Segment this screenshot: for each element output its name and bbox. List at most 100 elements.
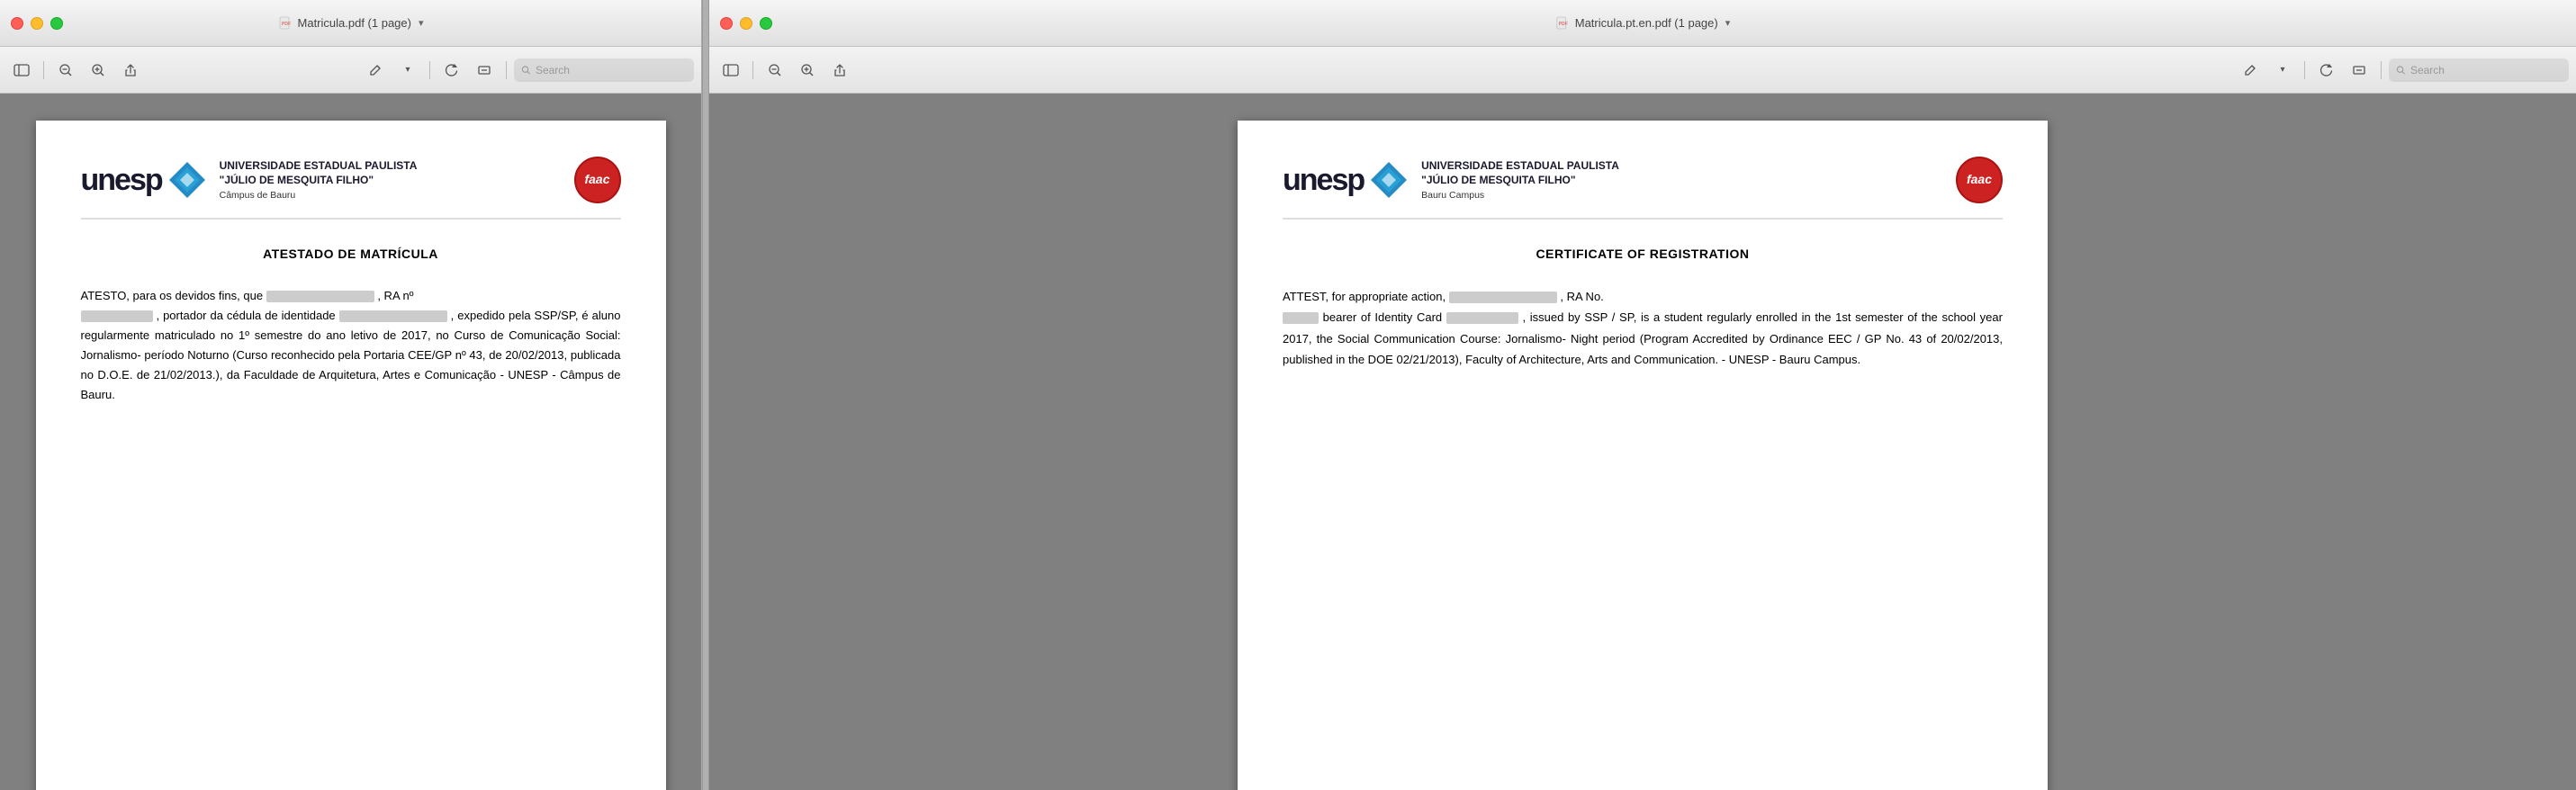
left-univ-line1: UNIVERSIDADE ESTADUAL PAULISTA — [220, 159, 418, 174]
right-markup-icon — [2352, 63, 2366, 77]
right-pdf-page: unesp UNIVERSIDADE ESTADUAL PAULISTA "JÚ… — [1238, 121, 2048, 790]
left-title-dropdown[interactable]: ▾ — [419, 17, 424, 29]
annotate-icon — [368, 63, 383, 77]
window-divider — [702, 0, 709, 790]
right-sidebar-icon — [723, 64, 739, 76]
right-pdf-area: unesp UNIVERSIDADE ESTADUAL PAULISTA "JÚ… — [709, 94, 2576, 790]
left-doc-title: ATESTADO DE MATRÍCULA — [81, 247, 621, 261]
left-body-text1: ATESTO, para os devidos fins, que — [81, 289, 264, 302]
left-body-text2: , RA nº — [377, 289, 413, 302]
right-traffic-lights — [720, 17, 772, 30]
unesp-wordmark-right: unesp — [1283, 165, 1364, 195]
right-rotate-button[interactable] — [2312, 58, 2341, 83]
right-zoom-out-button[interactable] — [761, 58, 789, 83]
left-redacted-id — [339, 310, 447, 322]
left-maximize-button[interactable] — [50, 17, 63, 30]
rotate-icon — [445, 63, 459, 77]
left-window-title: PDF Matricula.pdf (1 page) ▾ — [278, 16, 424, 31]
svg-text:PDF: PDF — [282, 22, 291, 27]
left-search-input[interactable] — [536, 64, 687, 76]
left-window: PDF Matricula.pdf (1 page) ▾ — [0, 0, 702, 790]
left-pdf-area: unesp UNIVERSIDADE ESTADUAL PAULISTA "JÚ… — [0, 94, 701, 790]
right-annotate-dropdown-icon: ▾ — [2280, 65, 2284, 75]
left-redacted-ra — [81, 310, 153, 322]
right-pdf-body: ATTEST, for appropriate action, , RA No.… — [1283, 286, 2003, 371]
right-search-icon — [2396, 65, 2406, 76]
right-sidebar-toggle[interactable] — [716, 58, 745, 83]
sidebar-icon — [14, 64, 30, 76]
markup-icon — [477, 63, 491, 77]
left-campus: Câmpus de Bauru — [220, 190, 418, 201]
left-minimize-button[interactable] — [31, 17, 43, 30]
right-share-icon — [833, 63, 847, 77]
unesp-diamond-right — [1369, 160, 1409, 200]
left-title-text: Matricula.pdf (1 page) — [298, 16, 411, 30]
left-traffic-lights — [11, 17, 63, 30]
right-rotate-icon — [2319, 63, 2334, 77]
right-annotate-button[interactable] — [2236, 58, 2265, 83]
left-search-box[interactable] — [514, 58, 694, 82]
right-redacted-name — [1449, 292, 1557, 303]
sep2 — [429, 61, 430, 79]
left-annotate-dropdown[interactable]: ▾ — [393, 58, 422, 83]
right-window: PDF Matricula.pt.en.pdf (1 page) ▾ — [709, 0, 2576, 790]
left-close-button[interactable] — [11, 17, 23, 30]
right-logo-area: unesp UNIVERSIDADE ESTADUAL PAULISTA "JÚ… — [1283, 159, 1619, 200]
right-title-dropdown[interactable]: ▾ — [1725, 17, 1731, 29]
right-toolbar: ▾ — [709, 47, 2576, 94]
right-annotate-icon — [2243, 63, 2257, 77]
zoom-in-icon — [91, 63, 105, 77]
right-markup-button[interactable] — [2345, 58, 2373, 83]
sep1 — [43, 61, 44, 79]
right-body-text3: bearer of Identity Card — [1323, 310, 1442, 324]
right-university-name: UNIVERSIDADE ESTADUAL PAULISTA "JÚLIO DE… — [1421, 159, 1619, 200]
right-campus: Bauru Campus — [1421, 190, 1619, 201]
left-sidebar-toggle[interactable] — [7, 58, 36, 83]
left-redacted-name — [266, 291, 374, 302]
share-icon — [123, 63, 138, 77]
left-rotate-button[interactable] — [437, 58, 466, 83]
right-share-button[interactable] — [825, 58, 854, 83]
left-zoom-in-button[interactable] — [84, 58, 113, 83]
right-titlebar: PDF Matricula.pt.en.pdf (1 page) ▾ — [709, 0, 2576, 47]
right-annotate-dropdown[interactable]: ▾ — [2268, 58, 2297, 83]
left-faac-badge: faac — [574, 157, 621, 203]
left-markup-button[interactable] — [470, 58, 499, 83]
left-share-button[interactable] — [116, 58, 145, 83]
right-redacted-id — [1446, 312, 1518, 324]
left-zoom-out-button[interactable] — [51, 58, 80, 83]
pdf-icon-right: PDF — [1555, 16, 1570, 31]
left-logo-area: unesp UNIVERSIDADE ESTADUAL PAULISTA "JÚ… — [81, 159, 418, 200]
left-body-text3: , portador da cédula de identidade — [156, 309, 335, 322]
right-zoom-in-button[interactable] — [793, 58, 822, 83]
sep3 — [506, 61, 507, 79]
right-univ-line1: UNIVERSIDADE ESTADUAL PAULISTA — [1421, 159, 1619, 174]
right-faac-badge: faac — [1956, 157, 2003, 203]
left-pdf-body: ATESTO, para os devidos fins, que , RA n… — [81, 286, 621, 406]
annotate-dropdown-icon: ▾ — [405, 65, 410, 75]
right-body-text1: ATTEST, for appropriate action, — [1283, 290, 1446, 303]
left-pdf-page: unesp UNIVERSIDADE ESTADUAL PAULISTA "JÚ… — [36, 121, 666, 790]
left-univ-line2: "JÚLIO DE MESQUITA FILHO" — [220, 174, 418, 188]
right-maximize-button[interactable] — [760, 17, 772, 30]
right-window-title: PDF Matricula.pt.en.pdf (1 page) ▾ — [1555, 16, 1731, 31]
left-pdf-header: unesp UNIVERSIDADE ESTADUAL PAULISTA "JÚ… — [81, 157, 621, 220]
right-univ-line2: "JÚLIO DE MESQUITA FILHO" — [1421, 174, 1619, 188]
pdf-icon-left: PDF — [278, 16, 293, 31]
left-university-name: UNIVERSIDADE ESTADUAL PAULISTA "JÚLIO DE… — [220, 159, 418, 200]
left-titlebar: PDF Matricula.pdf (1 page) ▾ — [0, 0, 701, 47]
right-search-box[interactable] — [2389, 58, 2569, 82]
right-sep2 — [2304, 61, 2305, 79]
right-minimize-button[interactable] — [740, 17, 752, 30]
right-sep3 — [2381, 61, 2382, 79]
right-redacted-ra — [1283, 312, 1319, 324]
left-faac-text: faac — [584, 173, 609, 186]
right-search-input[interactable] — [2410, 64, 2562, 76]
right-faac-text: faac — [1967, 173, 1992, 186]
unesp-diamond-left — [167, 160, 207, 200]
unesp-wordmark-left: unesp — [81, 165, 162, 195]
left-annotate-button[interactable] — [361, 58, 390, 83]
left-search-icon — [521, 65, 531, 76]
right-title-text: Matricula.pt.en.pdf (1 page) — [1575, 16, 1718, 30]
right-close-button[interactable] — [720, 17, 733, 30]
